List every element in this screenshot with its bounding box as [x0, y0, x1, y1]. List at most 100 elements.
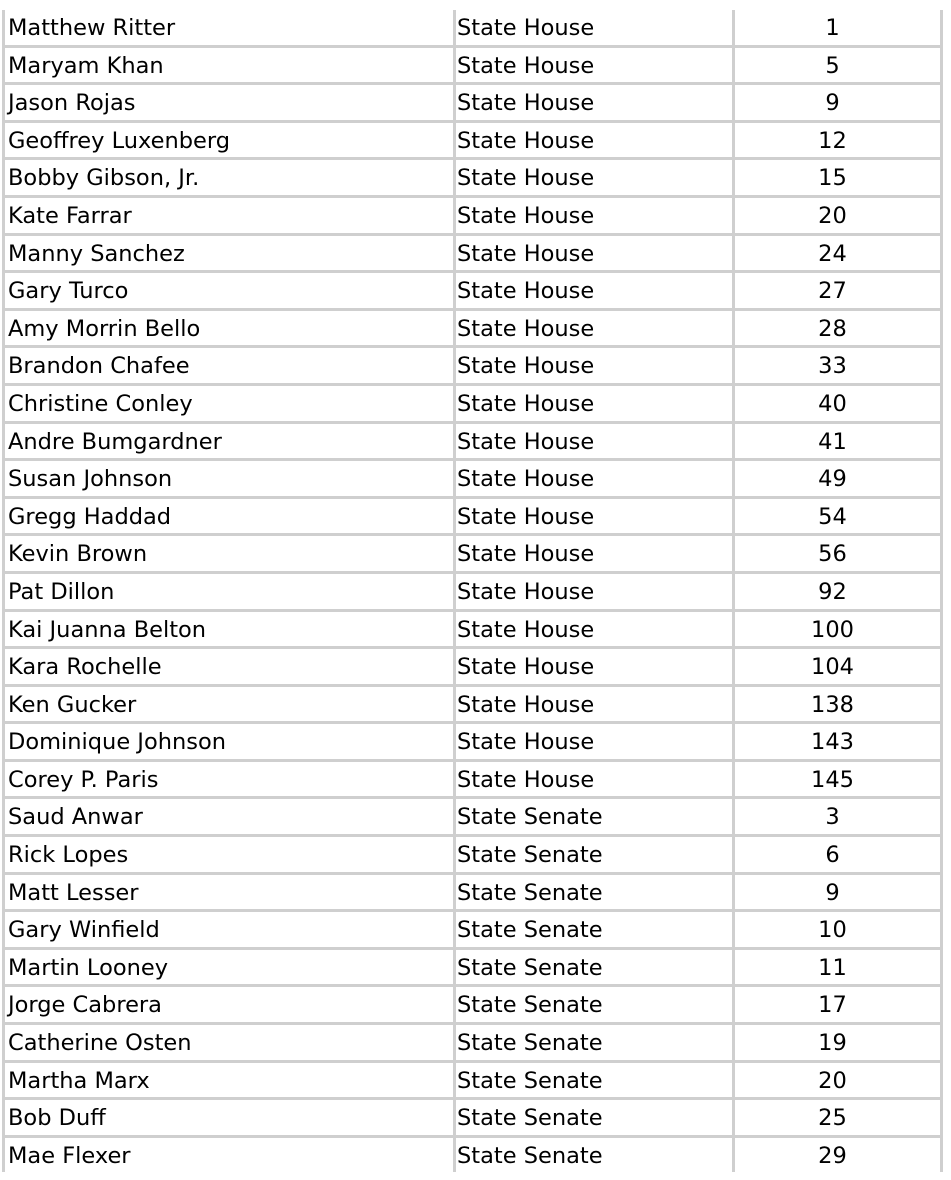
district-cell[interactable]: 28 [732, 310, 943, 346]
chamber-cell[interactable]: State House [453, 160, 732, 195]
chamber-cell[interactable]: State House [453, 47, 732, 83]
district-cell[interactable]: 29 [732, 1137, 943, 1173]
chamber-cell[interactable]: State Senate [453, 949, 732, 985]
district-cell[interactable]: 5 [732, 47, 943, 83]
chamber-cell[interactable]: State House [453, 649, 732, 684]
name-cell[interactable]: Bob Duff [2, 1100, 453, 1135]
chamber-cell[interactable]: State Senate [453, 837, 732, 872]
chamber-cell[interactable]: State House [453, 122, 732, 158]
district-cell[interactable]: 27 [732, 273, 943, 308]
chamber-cell[interactable]: State Senate [453, 987, 732, 1023]
name-cell[interactable]: Amy Morrin Bello [2, 310, 453, 346]
chamber-cell[interactable]: State House [453, 461, 732, 496]
chamber-cell[interactable]: State House [453, 348, 732, 383]
chamber-cell[interactable]: State House [453, 423, 732, 459]
name-cell[interactable]: Gregg Haddad [2, 498, 453, 534]
table-row: Amy Morrin Bello State House 28 [2, 310, 943, 349]
name-cell[interactable]: Kai Juanna Belton [2, 611, 453, 647]
district-cell[interactable]: 100 [732, 611, 943, 647]
chamber-cell[interactable]: State House [453, 724, 732, 759]
chamber-cell[interactable]: State House [453, 197, 732, 233]
chamber-cell[interactable]: State House [453, 498, 732, 534]
district-cell[interactable]: 11 [732, 949, 943, 985]
name-cell[interactable]: Kevin Brown [2, 536, 453, 571]
district-cell[interactable]: 143 [732, 724, 943, 759]
district-cell[interactable]: 145 [732, 761, 943, 797]
district-cell[interactable]: 41 [732, 423, 943, 459]
name-cell[interactable]: Martin Looney [2, 949, 453, 985]
name-cell[interactable]: Kate Farrar [2, 197, 453, 233]
name-cell[interactable]: Rick Lopes [2, 837, 453, 872]
name-cell[interactable]: Saud Anwar [2, 799, 453, 835]
chamber-cell[interactable]: State Senate [453, 1062, 732, 1098]
district-cell[interactable]: 20 [732, 1062, 943, 1098]
chamber-cell[interactable]: State House [453, 686, 732, 722]
district-cell[interactable]: 17 [732, 987, 943, 1023]
district-cell[interactable]: 24 [732, 235, 943, 271]
chamber-cell[interactable]: State House [453, 235, 732, 271]
district-cell[interactable]: 1 [732, 10, 943, 45]
table-row: Bob Duff State Senate 25 [2, 1100, 943, 1138]
name-cell[interactable]: Ken Gucker [2, 686, 453, 722]
district-cell[interactable]: 33 [732, 348, 943, 383]
chamber-cell[interactable]: State House [453, 761, 732, 797]
name-cell[interactable]: Christine Conley [2, 385, 453, 421]
name-cell[interactable]: Mae Flexer [2, 1137, 453, 1173]
name-cell[interactable]: Jorge Cabrera [2, 987, 453, 1023]
name-cell[interactable]: Andre Bumgardner [2, 423, 453, 459]
district-cell[interactable]: 3 [732, 799, 943, 835]
name-cell[interactable]: Jason Rojas [2, 85, 453, 120]
name-cell[interactable]: Matt Lesser [2, 874, 453, 910]
chamber-cell[interactable]: State Senate [453, 1100, 732, 1135]
district-cell[interactable]: 10 [732, 912, 943, 947]
district-cell[interactable]: 20 [732, 197, 943, 233]
district-cell[interactable]: 6 [732, 837, 943, 872]
chamber-cell[interactable]: State Senate [453, 874, 732, 910]
name-cell[interactable]: Gary Winfield [2, 912, 453, 947]
table-row: Jorge Cabrera State Senate 17 [2, 987, 943, 1026]
chamber-cell[interactable]: State House [453, 536, 732, 571]
district-cell[interactable]: 104 [732, 649, 943, 684]
district-cell[interactable]: 9 [732, 874, 943, 910]
table-row: Maryam Khan State House 5 [2, 47, 943, 86]
name-cell[interactable]: Kara Rochelle [2, 649, 453, 684]
name-cell[interactable]: Manny Sanchez [2, 235, 453, 271]
district-cell[interactable]: 138 [732, 686, 943, 722]
chamber-cell[interactable]: State House [453, 310, 732, 346]
district-cell[interactable]: 92 [732, 573, 943, 609]
name-cell[interactable]: Bobby Gibson, Jr. [2, 160, 453, 195]
name-cell[interactable]: Dominique Johnson [2, 724, 453, 759]
chamber-cell[interactable]: State Senate [453, 799, 732, 835]
district-cell[interactable]: 12 [732, 122, 943, 158]
name-cell[interactable]: Brandon Chafee [2, 348, 453, 383]
table-row: Gary Turco State House 27 [2, 273, 943, 311]
chamber-cell[interactable]: State House [453, 273, 732, 308]
table-row: Kate Farrar State House 20 [2, 197, 943, 236]
name-cell[interactable]: Catherine Osten [2, 1025, 453, 1060]
name-cell[interactable]: Matthew Ritter [2, 10, 453, 45]
name-cell[interactable]: Corey P. Paris [2, 761, 453, 797]
district-cell[interactable]: 9 [732, 85, 943, 120]
name-cell[interactable]: Susan Johnson [2, 461, 453, 496]
district-cell[interactable]: 15 [732, 160, 943, 195]
name-cell[interactable]: Pat Dillon [2, 573, 453, 609]
table-row: Brandon Chafee State House 33 [2, 348, 943, 386]
chamber-cell[interactable]: State Senate [453, 1025, 732, 1060]
name-cell[interactable]: Geoffrey Luxenberg [2, 122, 453, 158]
district-cell[interactable]: 56 [732, 536, 943, 571]
district-cell[interactable]: 40 [732, 385, 943, 421]
chamber-cell[interactable]: State House [453, 85, 732, 120]
chamber-cell[interactable]: State House [453, 573, 732, 609]
district-cell[interactable]: 19 [732, 1025, 943, 1060]
name-cell[interactable]: Gary Turco [2, 273, 453, 308]
district-cell[interactable]: 49 [732, 461, 943, 496]
chamber-cell[interactable]: State Senate [453, 912, 732, 947]
chamber-cell[interactable]: State House [453, 10, 732, 45]
name-cell[interactable]: Martha Marx [2, 1062, 453, 1098]
chamber-cell[interactable]: State House [453, 385, 732, 421]
district-cell[interactable]: 54 [732, 498, 943, 534]
district-cell[interactable]: 25 [732, 1100, 943, 1135]
chamber-cell[interactable]: State Senate [453, 1137, 732, 1173]
name-cell[interactable]: Maryam Khan [2, 47, 453, 83]
chamber-cell[interactable]: State House [453, 611, 732, 647]
